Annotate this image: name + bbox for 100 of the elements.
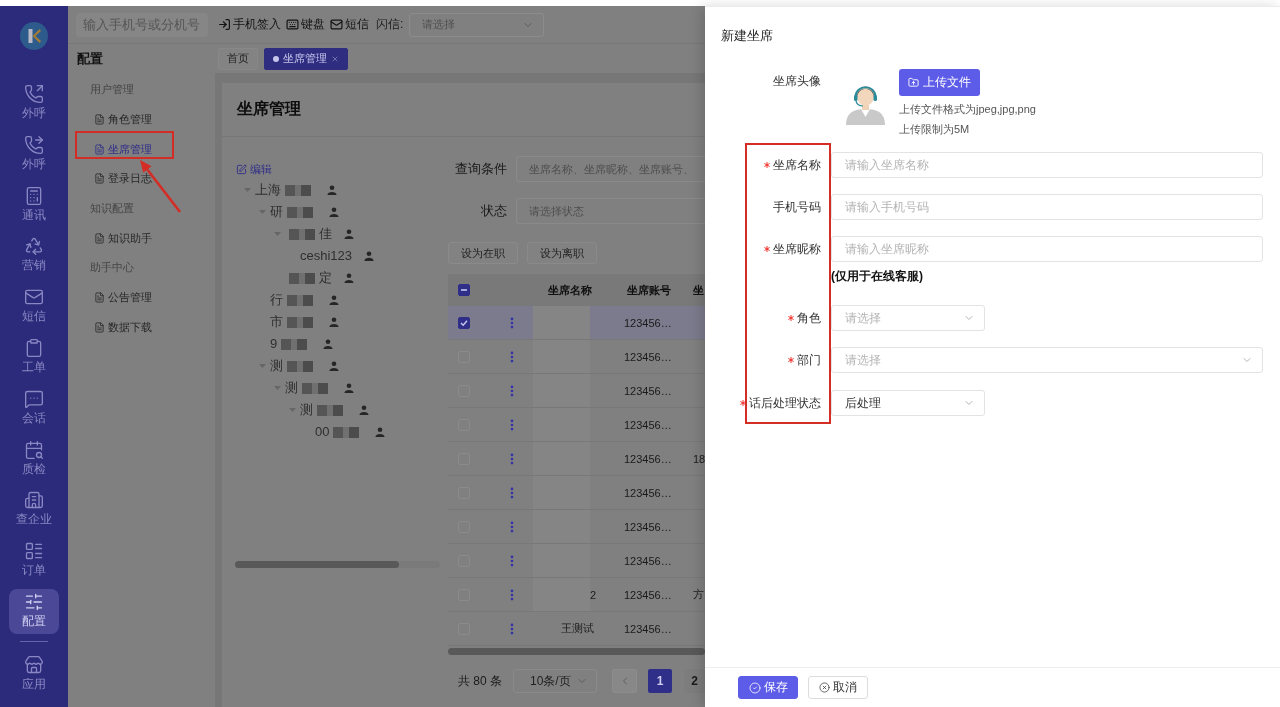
table-cell-text: 123456… (623, 588, 673, 601)
document-icon (94, 173, 105, 185)
mail-icon (330, 18, 343, 31)
nav-item[interactable]: 工单 (9, 335, 59, 380)
nav-item[interactable]: 订单 (9, 538, 59, 584)
nav-item[interactable]: 会话 (9, 385, 59, 431)
calculator-icon (24, 185, 44, 206)
close-circle-icon (819, 682, 830, 693)
toolbar-button[interactable]: 键盘 (286, 16, 325, 33)
tree-node-label[interactable]: 市 (270, 314, 283, 330)
action-button[interactable]: 设为在职 (448, 242, 518, 264)
tree-node-label[interactable]: 00 (315, 424, 330, 440)
column-header: 坐席账号 (626, 282, 672, 298)
text-input[interactable]: 请输入坐席名称 (831, 152, 1263, 178)
person-icon (323, 339, 334, 349)
table-cell-text: 123456… (623, 520, 673, 533)
upload-hint: 上传文件格式为jpeg,jpg,png (899, 102, 1036, 117)
select-field[interactable]: 请选择 (831, 347, 1263, 373)
tree-node-label[interactable]: 测 (270, 358, 283, 374)
tree-node-label[interactable]: 定 (319, 270, 332, 286)
close-icon[interactable] (331, 54, 339, 63)
person-icon (364, 251, 375, 261)
menu-item[interactable]: 角色管理 (68, 104, 215, 135)
menu-item[interactable]: 知识助手 (68, 223, 215, 254)
tick-icon (460, 318, 468, 327)
person-icon (359, 405, 369, 415)
toolbar-button[interactable]: 手机签入 (218, 16, 281, 33)
tab-dot-icon (273, 55, 279, 62)
filter-label: 状态 (480, 202, 507, 220)
nav-item[interactable]: 营销 (9, 233, 59, 279)
upload-hint: 上传限制为5M (899, 122, 970, 137)
tree-node-label[interactable]: 佳 (319, 226, 332, 242)
document-icon (94, 232, 105, 244)
cancel-button[interactable]: 取消 (808, 676, 868, 699)
select-field[interactable]: 请选择 (831, 305, 985, 331)
nav-item[interactable]: 应用 (9, 651, 59, 697)
edit-link[interactable]: 编辑 (236, 161, 272, 177)
folder-upload-icon (908, 77, 919, 88)
table-cell-text: 123456… (623, 622, 673, 635)
table-cell: 2 (590, 588, 597, 601)
table-cell-text: 123456… (623, 554, 673, 567)
field-label: 坐席名称 (773, 158, 821, 172)
tree-node-label[interactable]: 测 (285, 380, 298, 396)
tree-node-label[interactable]: 上海 (255, 182, 281, 198)
person-icon (344, 383, 354, 393)
total-count: 共 80 条 (458, 672, 499, 690)
menu-item[interactable]: 坐席管理 (68, 134, 215, 165)
tree-node-label[interactable]: 行 (270, 292, 283, 308)
nav-item[interactable]: 通讯 (9, 182, 59, 228)
field-label: 坐席昵称 (773, 242, 821, 256)
tree-node-label[interactable]: ceshi123 (300, 248, 353, 264)
nav-item[interactable]: 外呼 (9, 131, 59, 177)
edit-icon (236, 163, 247, 175)
tab[interactable]: 首页 (218, 47, 258, 70)
document-icon (94, 292, 105, 304)
table-cell-text: 123456… (623, 452, 673, 465)
tab[interactable]: 坐席管理 (264, 47, 348, 70)
upload-button[interactable]: 上传文件 (899, 69, 980, 96)
field-label: 坐席头像 (773, 74, 821, 88)
menu-item[interactable]: 登录日志 (68, 164, 215, 194)
page-size-select[interactable]: 10条/页 (513, 669, 597, 693)
tree-node-label[interactable]: 测 (300, 402, 313, 418)
checkbox[interactable] (458, 284, 470, 296)
tree-node-label[interactable]: 研 (270, 204, 283, 220)
save-button[interactable]: 保存 (738, 676, 798, 699)
page-button[interactable]: 1 (648, 669, 672, 693)
text-input[interactable]: 请输入坐席昵称 (831, 236, 1263, 262)
menu-item[interactable]: 公告管理 (68, 282, 215, 313)
text-input[interactable]: 请输入手机号码 (831, 194, 1263, 220)
scrollbar-thumb[interactable] (448, 648, 705, 655)
field-note: (仅用于在线客服) (831, 268, 923, 284)
sliders-icon (24, 591, 44, 612)
nav-item[interactable]: 配置 (9, 588, 59, 634)
logo-icon (20, 22, 48, 50)
person-icon (329, 295, 339, 305)
table-cell-text: 123456… (623, 316, 673, 329)
table-cell: 王测试 (561, 621, 594, 636)
table-cell-text: 123456… (623, 384, 673, 397)
nav-item[interactable]: 外呼 (9, 81, 59, 126)
menu-item[interactable]: 数据下载 (68, 312, 215, 343)
person-icon (329, 207, 339, 217)
table-cell-text: 123456… (623, 486, 673, 499)
toolbar-button[interactable]: 短信 (330, 16, 369, 33)
nav-item[interactable]: 短信 (9, 284, 59, 330)
document-icon (94, 143, 105, 155)
filter-label: 查询条件 (454, 160, 507, 178)
action-button[interactable]: 设为离职 (527, 242, 597, 264)
scrollbar-thumb[interactable] (235, 561, 399, 568)
nav-item[interactable]: 质检 (9, 436, 59, 482)
keyboard-icon (286, 18, 299, 31)
document-icon (94, 321, 105, 333)
tree-node-label[interactable]: 9 (270, 336, 278, 352)
field-label: 角色 (797, 311, 821, 325)
select-field[interactable]: 后处理 (831, 390, 985, 416)
person-icon (344, 273, 354, 283)
person-icon (329, 361, 339, 371)
checkbox[interactable] (458, 316, 470, 329)
person-icon (344, 229, 354, 239)
nav-item[interactable]: 查企业 (9, 487, 59, 533)
sign-in-icon (218, 18, 231, 31)
